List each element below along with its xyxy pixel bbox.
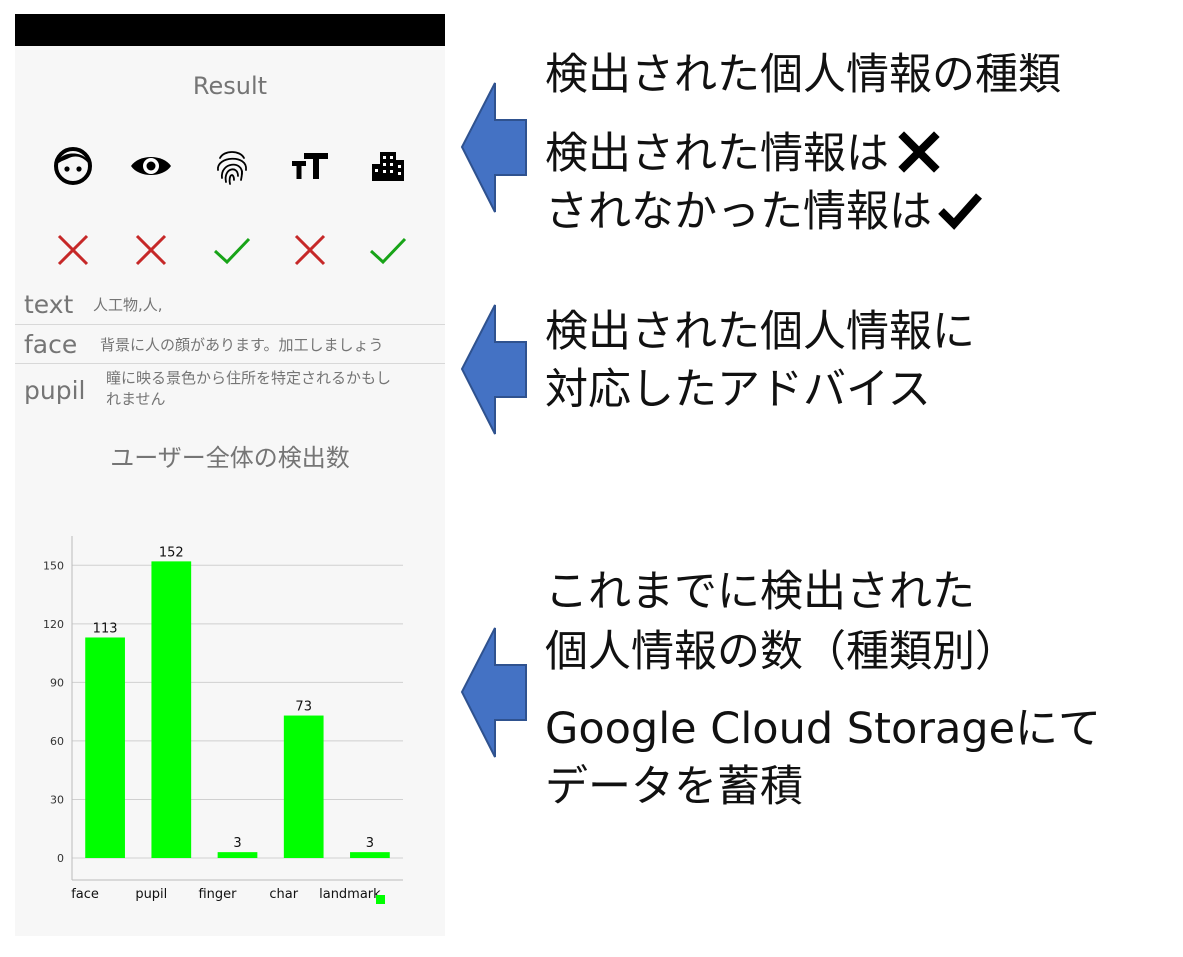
bar-value-label: 152 bbox=[159, 545, 184, 560]
page-title: Result bbox=[192, 72, 268, 100]
bar-value-label: 73 bbox=[295, 700, 312, 715]
bar-value-label: 113 bbox=[93, 621, 118, 636]
advice-text: 人工物,人, bbox=[93, 296, 163, 314]
advice-text: 背景に人の顔があります。加工しましょう bbox=[100, 336, 384, 354]
annotation-advice-2: 対応したアドバイス bbox=[545, 365, 931, 415]
left-arrow-icon bbox=[460, 82, 527, 213]
bar bbox=[151, 561, 192, 858]
advice-key: pupil bbox=[24, 376, 86, 405]
left-arrow-icon bbox=[460, 304, 527, 435]
advice-key: text bbox=[24, 290, 74, 319]
left-arrow-icon bbox=[460, 627, 527, 758]
y-tick-label: 30 bbox=[50, 793, 64, 806]
status-bar bbox=[15, 14, 445, 46]
legend-swatch bbox=[376, 895, 385, 904]
advice-row-text: text 人工物,人, bbox=[15, 288, 445, 325]
y-tick-label: 0 bbox=[57, 852, 64, 865]
bar-chart: 0 30 60 90 120 150 113 face 152 pupil 3 finger 73 cha… bbox=[43, 536, 403, 904]
advice-row-pupil: pupil 瞳に映る景色から住所を特定されるかもし れません bbox=[15, 364, 445, 416]
advice-text: 瞳に映る景色から住所を特定されるかもし れません bbox=[106, 369, 392, 408]
y-tick-label: 120 bbox=[43, 618, 64, 631]
y-tick-label: 150 bbox=[43, 559, 64, 572]
building-icon bbox=[372, 152, 404, 181]
annotation-storage-1: Google Cloud Storageにて bbox=[545, 704, 1102, 754]
x-tick-label: landmark bbox=[319, 887, 381, 902]
text-size-icon bbox=[292, 153, 328, 179]
x-tick-label: pupil bbox=[135, 887, 167, 902]
check-icon bbox=[369, 237, 407, 265]
annotation-detected: 検出された情報は bbox=[545, 125, 941, 183]
annotation-not-detected: されなかった情報は bbox=[545, 183, 984, 241]
annotation-storage-2: データを蓄積 bbox=[545, 762, 803, 812]
bar-value-label: 3 bbox=[233, 836, 241, 851]
annotation-count-2: 個人情報の数（種類別） bbox=[545, 627, 1018, 677]
bar bbox=[85, 637, 125, 858]
x-tick-label: finger bbox=[198, 887, 237, 902]
check-icon bbox=[213, 237, 251, 265]
annotation-categories: 検出された個人情報の種類 bbox=[545, 50, 1061, 100]
y-tick-label: 60 bbox=[50, 735, 64, 748]
annotation-count-1: これまでに検出された bbox=[545, 567, 975, 617]
face-icon bbox=[54, 147, 92, 185]
x-tick-label: face bbox=[71, 887, 99, 902]
cross-icon bbox=[294, 234, 326, 266]
x-tick-label: char bbox=[269, 887, 298, 902]
y-tick-label: 90 bbox=[50, 676, 64, 689]
bar bbox=[283, 715, 324, 858]
advice-key: face bbox=[24, 330, 78, 359]
annotation-advice-1: 検出された個人情報に bbox=[545, 307, 975, 357]
bold-cross-icon bbox=[898, 131, 940, 173]
fingerprint-icon bbox=[217, 151, 247, 185]
bar bbox=[350, 852, 390, 858]
eye-icon bbox=[131, 157, 171, 175]
bar bbox=[217, 852, 258, 858]
bold-check-icon bbox=[938, 193, 982, 230]
cross-icon bbox=[135, 234, 167, 266]
cross-icon bbox=[57, 234, 89, 266]
bar-value-label: 3 bbox=[366, 836, 374, 851]
stats-title: ユーザー全体の検出数 bbox=[110, 444, 350, 472]
advice-row-face: face 背景に人の顔があります。加工しましょう bbox=[15, 325, 445, 364]
phone-screen: Result text 人工物,人, face 背景に人の顔があります。加工しま… bbox=[15, 14, 445, 936]
